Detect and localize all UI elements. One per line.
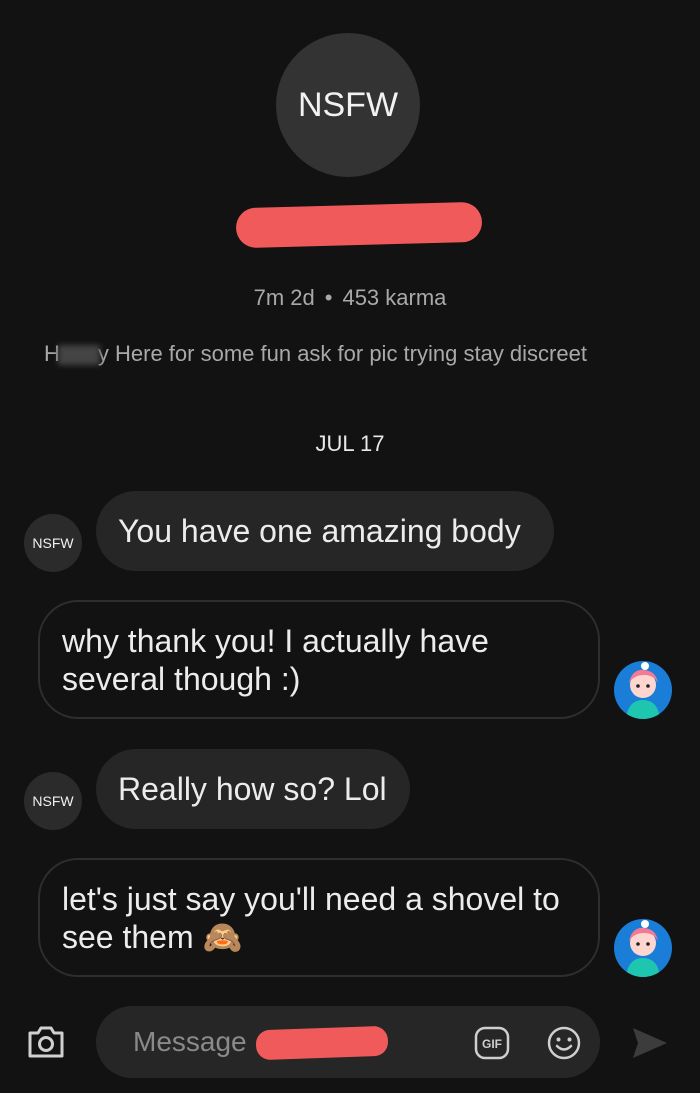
message-text: You have one amazing body bbox=[118, 512, 521, 549]
bio-text: y Here for some fun ask for pic trying s… bbox=[97, 341, 587, 366]
redacted-recipient bbox=[255, 1025, 389, 1061]
sender-avatar[interactable]: NSFW bbox=[24, 772, 82, 830]
user-avatar[interactable] bbox=[614, 661, 672, 719]
snoo-avatar-icon bbox=[626, 920, 660, 977]
message-bubble-incoming[interactable]: Really how so? Lol bbox=[96, 749, 410, 829]
sender-avatar-label: NSFW bbox=[32, 535, 74, 551]
message-text-line: several though :) bbox=[62, 661, 301, 697]
profile-meta: 7m 2d • 453 karma bbox=[0, 285, 700, 311]
message-bubble-outgoing[interactable]: why thank you! I actually have several t… bbox=[38, 600, 600, 719]
snoo-avatar-icon bbox=[626, 662, 660, 719]
camera-icon[interactable] bbox=[26, 1024, 66, 1060]
date-divider: JUL 17 bbox=[315, 431, 385, 456]
send-icon[interactable] bbox=[630, 1024, 670, 1062]
user-avatar[interactable] bbox=[614, 919, 672, 977]
message-text-line: let's just say you'll need a shovel to bbox=[62, 881, 560, 917]
gif-icon[interactable]: GIF bbox=[474, 1026, 510, 1060]
profile-avatar-label: NSFW bbox=[297, 85, 399, 124]
gif-label: GIF bbox=[482, 1037, 502, 1051]
profile-avatar[interactable]: NSFW bbox=[276, 33, 420, 177]
account-age: 7m 2d bbox=[253, 285, 315, 310]
profile-bio: Hy Here for some fun ask for pic trying … bbox=[44, 341, 664, 367]
message-placeholder: Message bbox=[133, 1026, 247, 1057]
meta-separator: • bbox=[324, 285, 333, 310]
message-text: Really how so? Lol bbox=[118, 770, 387, 807]
blurred-text bbox=[57, 345, 100, 366]
message-bubble-incoming[interactable]: You have one amazing body bbox=[96, 491, 554, 571]
sender-avatar-label: NSFW bbox=[32, 793, 74, 809]
message-text-line: why thank you! I actually have bbox=[62, 623, 489, 659]
karma-count: 453 karma bbox=[342, 285, 447, 310]
sender-avatar[interactable]: NSFW bbox=[24, 514, 82, 572]
emoji-icon[interactable] bbox=[546, 1025, 582, 1061]
message-text-line: see them 🙈 bbox=[62, 919, 243, 955]
message-bubble-outgoing[interactable]: let's just say you'll need a shovel to s… bbox=[38, 858, 600, 977]
redacted-username bbox=[235, 201, 483, 249]
